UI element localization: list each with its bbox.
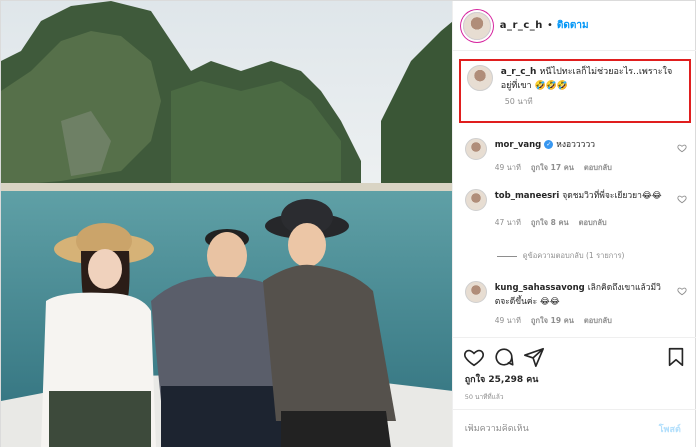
- comment-like-heart-icon[interactable]: [677, 286, 687, 296]
- comment-icon[interactable]: [493, 346, 515, 368]
- comment-time: 49 นาที: [494, 316, 521, 325]
- comment-likes[interactable]: ถูกใจ 8 คน: [531, 217, 569, 229]
- heart-icon[interactable]: [463, 346, 485, 368]
- header-separator: •: [546, 20, 553, 31]
- comment-item: tob_maneesri จุดชมวิวที่พี่จะเยียวยา😂😂 47…: [464, 189, 691, 229]
- comment-username[interactable]: mor_vang: [495, 140, 542, 150]
- comment-time: 49 นาที: [494, 163, 521, 172]
- caption-username[interactable]: a_r_c_h: [501, 67, 537, 77]
- likes-count[interactable]: ถูกใจ 25,298 คน: [465, 372, 539, 386]
- post-side-panel: a_r_c_h • ติดตาม a_r_c_h หนีไปทะเลก็ไม่ช่…: [451, 1, 696, 447]
- caption-time: 50 นาที: [504, 97, 533, 106]
- post-comment-button[interactable]: โพสต์: [659, 422, 681, 436]
- comment-text: หงอววววว: [556, 140, 595, 150]
- post-timestamp: 50 นาทีที่แล้ว: [464, 393, 504, 401]
- instagram-post: a_r_c_h • ติดตาม a_r_c_h หนีไปทะเลก็ไม่ช่…: [0, 0, 696, 447]
- follow-button[interactable]: ติดตาม: [557, 18, 589, 33]
- add-comment-bar: โพสต์: [452, 409, 696, 447]
- view-replies-button[interactable]: ดูข้อความตอบกลับ (1 รายการ): [496, 250, 625, 262]
- post-header: a_r_c_h • ติดตาม: [452, 1, 696, 51]
- comment-meta: 49 นาที ถูกใจ 19 คน ตอบกลับ: [495, 315, 691, 327]
- comment-likes[interactable]: ถูกใจ 17 คน: [531, 162, 574, 174]
- view-replies-label: ดูข้อความตอบกลับ (1 รายการ): [522, 251, 625, 260]
- comment-meta: 47 นาที ถูกใจ 8 คน ตอบกลับ: [495, 217, 691, 229]
- comment-avatar[interactable]: [464, 281, 487, 303]
- add-comment-input[interactable]: [464, 424, 655, 434]
- caption-avatar[interactable]: [466, 65, 493, 91]
- comment-likes[interactable]: ถูกใจ 19 คน: [531, 315, 574, 327]
- comment-item: kung_sahassavong เลิกคิดถึงเขาแล้วมีวิตจะ…: [464, 281, 691, 327]
- comment-reply-button[interactable]: ตอบกลับ: [579, 217, 607, 229]
- comment-reply-button[interactable]: ตอบกลับ: [584, 162, 612, 174]
- post-actions: [452, 337, 696, 377]
- comment-like-heart-icon[interactable]: [677, 143, 687, 153]
- post-photo[interactable]: [1, 1, 452, 447]
- verified-badge-icon: ✓: [544, 140, 554, 149]
- replies-divider: [496, 255, 517, 257]
- comment-body: mor_vang ✓ หงอววววว: [495, 138, 665, 152]
- comment-text: จุดชมวิวที่พี่จะเยียวยา😂😂: [562, 191, 662, 201]
- comment-like-heart-icon[interactable]: [677, 194, 687, 204]
- post-photo-image: [1, 1, 452, 447]
- comment-reply-button[interactable]: ตอบกลับ: [584, 315, 612, 327]
- comment-item: mor_vang ✓ หงอววววว 49 นาที ถูกใจ 17 คน ตอ…: [464, 138, 691, 174]
- comment-username[interactable]: kung_sahassavong: [495, 283, 585, 293]
- comment-time: 47 นาที: [494, 218, 521, 227]
- comment-username[interactable]: tob_maneesri: [495, 191, 560, 201]
- post-caption: a_r_c_h หนีไปทะเลก็ไม่ช่วยอะไร..เพราะใจอย…: [458, 59, 691, 123]
- comment-avatar[interactable]: [464, 189, 487, 211]
- comment-meta: 49 นาที ถูกใจ 17 คน ตอบกลับ: [495, 162, 691, 174]
- comment-avatar[interactable]: [464, 138, 487, 160]
- author-username[interactable]: a_r_c_h: [500, 20, 543, 31]
- caption-text-block: a_r_c_h หนีไปทะเลก็ไม่ช่วยอะไร..เพราะใจอย…: [501, 65, 677, 93]
- author-avatar[interactable]: [462, 11, 491, 40]
- comment-body: tob_maneesri จุดชมวิวที่พี่จะเยียวยา😂😂: [495, 189, 665, 203]
- comment-body: kung_sahassavong เลิกคิดถึงเขาแล้วมีวิตจะ…: [495, 281, 665, 309]
- bookmark-icon[interactable]: [665, 346, 687, 368]
- share-icon[interactable]: [523, 346, 545, 368]
